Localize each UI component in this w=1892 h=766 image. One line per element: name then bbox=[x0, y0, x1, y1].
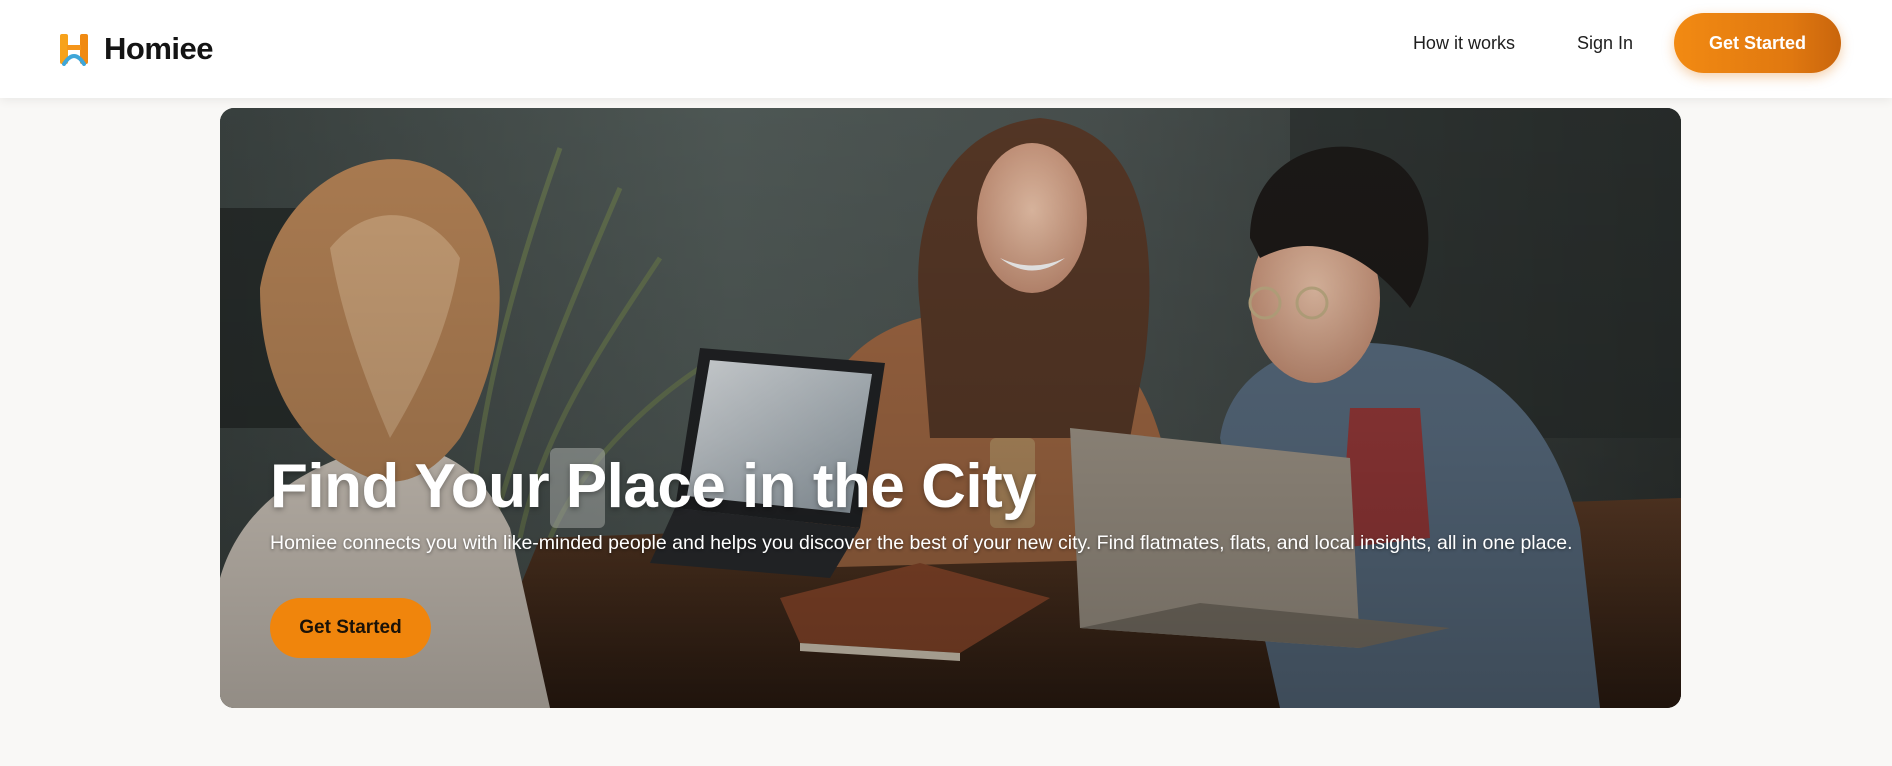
hero-get-started-button[interactable]: Get Started bbox=[270, 598, 431, 658]
homiee-h-logo-icon bbox=[60, 34, 88, 66]
hero-title: Find Your Place in the City bbox=[270, 452, 1037, 521]
hero-subtitle: Homiee connects you with like-minded peo… bbox=[270, 532, 1573, 554]
hero-banner: Find Your Place in the City Homiee conne… bbox=[220, 108, 1681, 708]
brand-name: Homiee bbox=[104, 31, 213, 66]
nav-how-it-works-link[interactable]: How it works bbox=[1413, 33, 1515, 54]
header-get-started-button[interactable]: Get Started bbox=[1674, 13, 1841, 73]
main-nav: How it works Sign In Get Started bbox=[1413, 13, 1841, 73]
hero-overlay bbox=[220, 108, 1681, 708]
nav-sign-in-link[interactable]: Sign In bbox=[1577, 33, 1633, 54]
site-header: Homiee How it works Sign In Get Started bbox=[0, 0, 1892, 98]
brand-logo-link[interactable]: Homiee bbox=[58, 24, 213, 74]
